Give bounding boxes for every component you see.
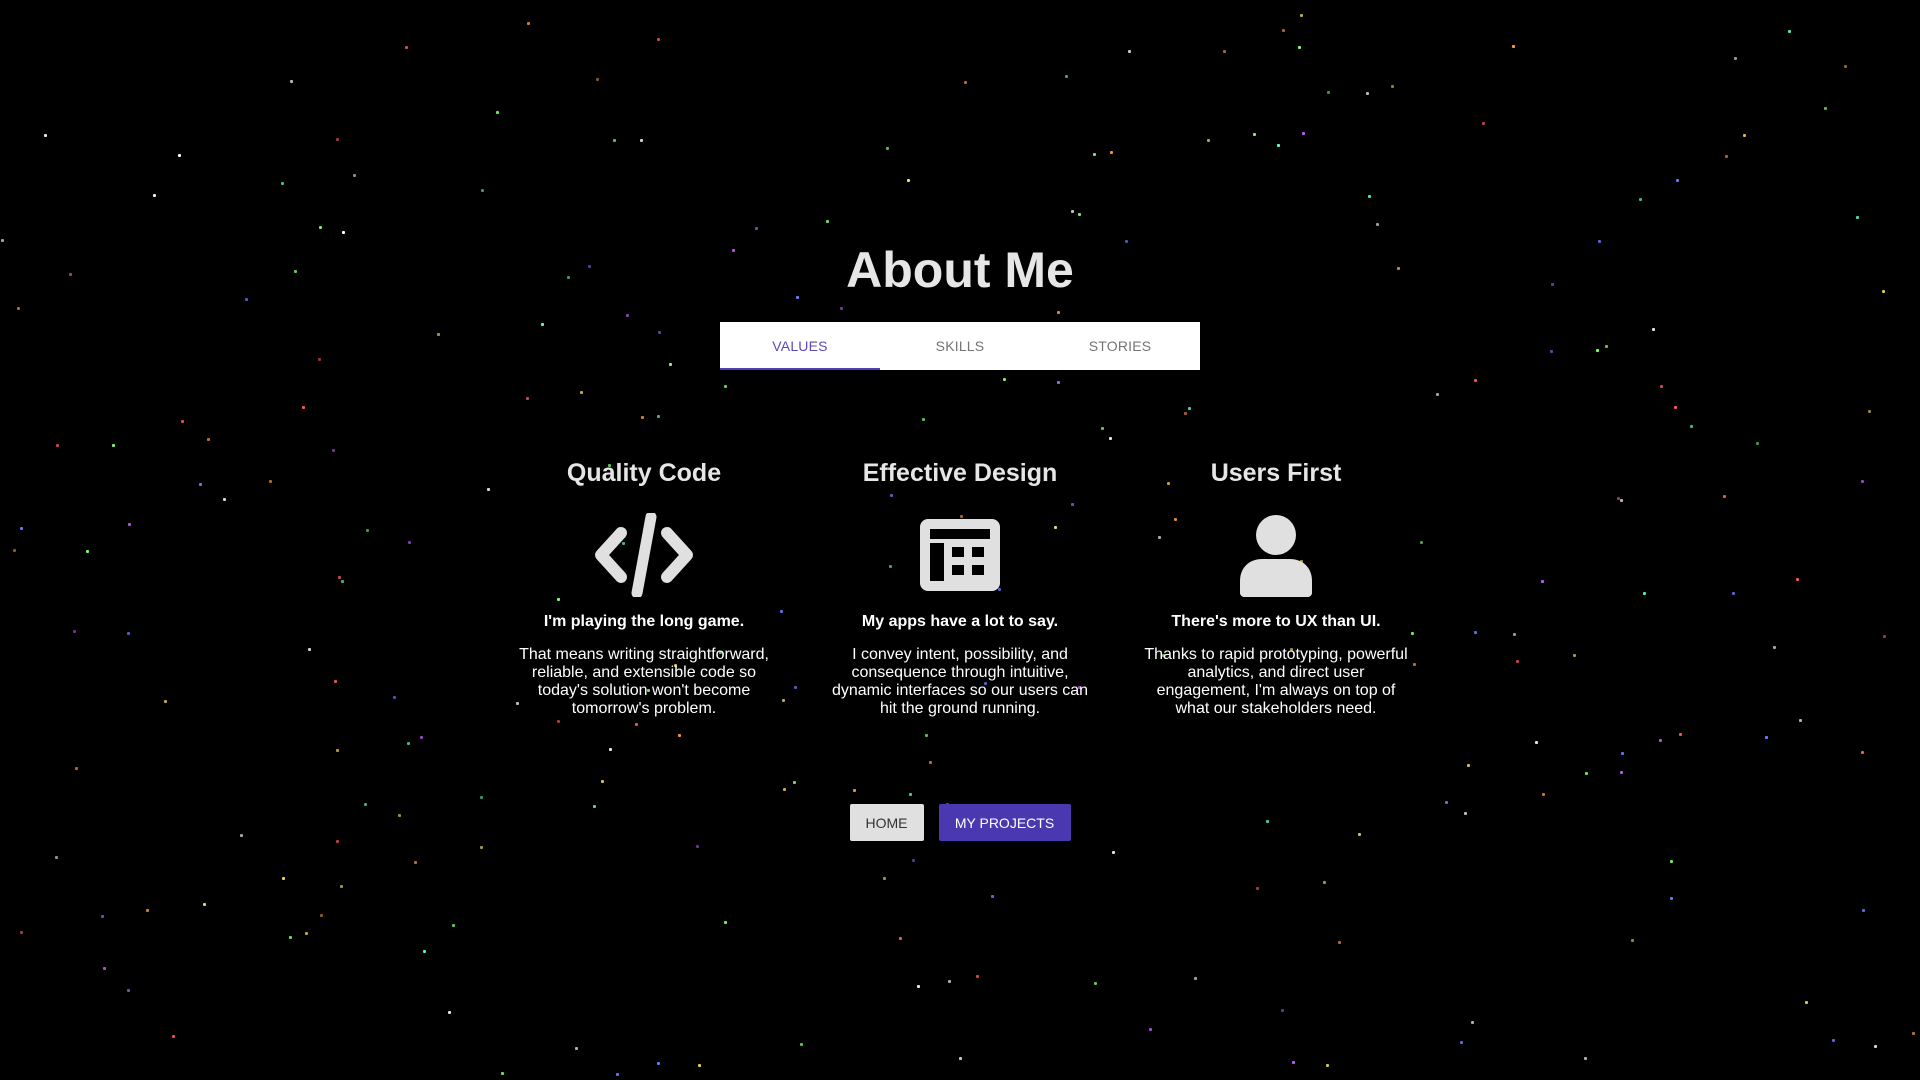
card-description: Thanks to rapid prototyping, powerful an… (1144, 646, 1408, 717)
code-icon (595, 513, 693, 597)
card-quality-code: Quality Code I'm playing the long game. … (509, 455, 779, 718)
card-tagline: My apps have a lot to say. (861, 613, 1059, 630)
card-tagline: I'm playing the long game. (543, 613, 745, 630)
card-users-first: Users First There's more to UX than UI. … (1141, 455, 1411, 718)
page-title: About Me (846, 242, 1074, 298)
tab-bar: VALUES SKILLS STORIES (720, 322, 1200, 370)
card-title: Quality Code (566, 459, 722, 487)
card-description: That means writing straightforward, reli… (519, 646, 769, 717)
card-description: I convey intent, possibility, and conseq… (831, 646, 1089, 717)
about-section: About Me VALUES SKILLS STORIES Quality C… (0, 0, 1920, 1080)
home-button[interactable]: HOME (849, 804, 924, 841)
nav-buttons: HOME MY PROJECTS (0, 804, 1920, 841)
tab-skills[interactable]: SKILLS (880, 322, 1040, 370)
card-effective-design: Effective Design My apps have a lot to s… (825, 455, 1095, 718)
card-title: Effective Design (862, 459, 1058, 487)
page-background: About Me VALUES SKILLS STORIES Quality C… (0, 0, 1920, 1080)
card-title: Users First (1210, 459, 1342, 487)
my-projects-button[interactable]: MY PROJECTS (938, 804, 1071, 841)
card-tagline: There's more to UX than UI. (1171, 613, 1381, 630)
layout-icon (920, 519, 1000, 591)
user-icon (1240, 515, 1312, 597)
tab-values[interactable]: VALUES (720, 322, 880, 370)
tab-stories[interactable]: STORIES (1040, 322, 1200, 370)
